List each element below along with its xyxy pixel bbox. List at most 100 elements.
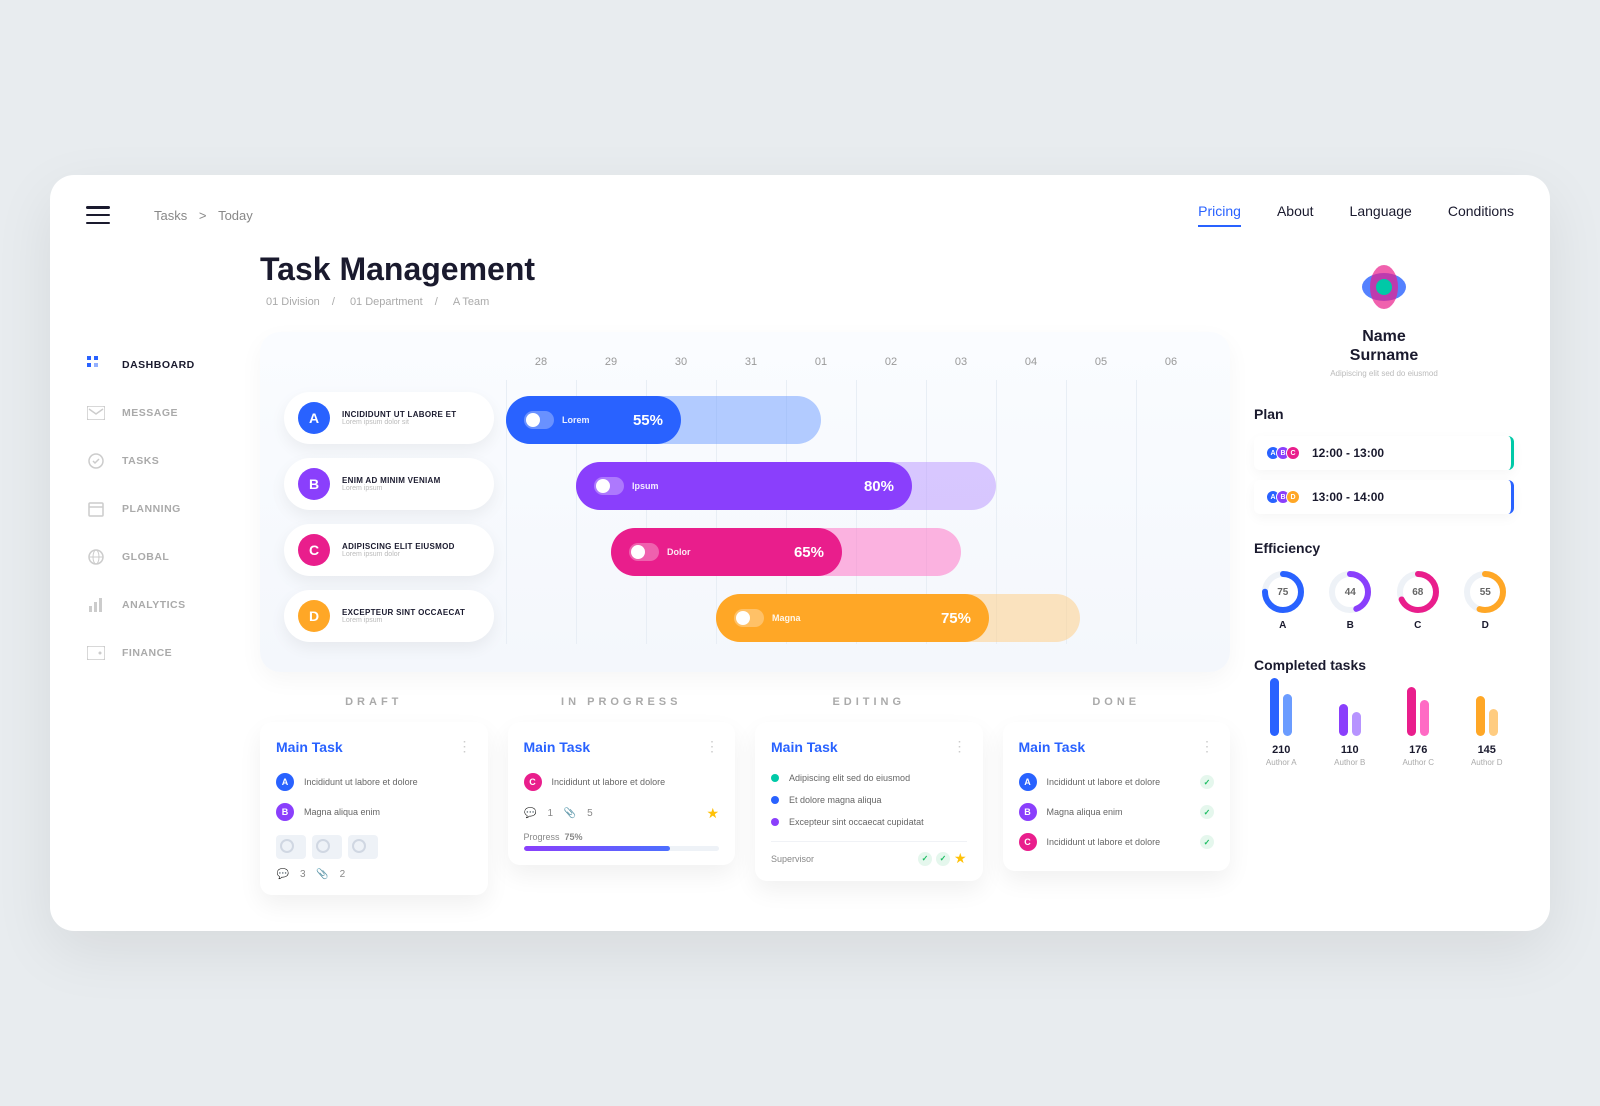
sidebar-item-analytics[interactable]: ANALYTICS	[86, 581, 236, 629]
gantt-bar[interactable]: Dolor 65%	[506, 526, 1206, 578]
kanban-card[interactable]: Main Task ⋮ Adipiscing elit sed do eiusm…	[755, 722, 983, 881]
sidebar-label: TASKS	[122, 455, 159, 467]
check-circle-icon	[86, 451, 106, 471]
check-icon	[1200, 835, 1214, 849]
sidebar: DASHBOARD MESSAGE TASKS PLANNING GLOBAL …	[86, 251, 236, 895]
bullet-icon	[771, 796, 779, 804]
bullet-icon	[771, 818, 779, 826]
efficiency-section: Efficiency 75 A 44 B 68 C 55	[1254, 540, 1514, 631]
more-icon[interactable]: ⋮	[953, 738, 967, 755]
comment-icon: 💬	[276, 867, 290, 881]
check-icon	[918, 852, 932, 866]
kanban-card[interactable]: Main Task ⋮ AIncididunt ut labore et dol…	[260, 722, 488, 895]
efficiency-donut: 68 C	[1389, 570, 1447, 631]
avatar: B	[276, 803, 294, 821]
avatar: C	[524, 773, 542, 791]
gantt-task-card[interactable]: D EXCEPTEUR SINT OCCAECATLorem ipsum	[284, 590, 494, 642]
gantt-bar[interactable]: Lorem 55%	[506, 394, 1206, 446]
header: Tasks > Today Pricing About Language Con…	[86, 203, 1514, 227]
kanban-card[interactable]: Main Task ⋮ CIncididunt ut labore et dol…	[508, 722, 736, 865]
gantt-task-card[interactable]: C ADIPISCING ELIT EIUSMODLorem ipsum dol…	[284, 524, 494, 576]
star-icon[interactable]: ★	[954, 850, 967, 867]
avatar: B	[1019, 803, 1037, 821]
message-icon	[86, 403, 106, 423]
sidebar-item-message[interactable]: MESSAGE	[86, 389, 236, 437]
gantt-task-card[interactable]: A INCIDIDUNT UT LABORE ETLorem ipsum dol…	[284, 392, 494, 444]
chart-icon	[86, 595, 106, 615]
avatar: D	[298, 600, 330, 632]
avatar: C	[298, 534, 330, 566]
profile-avatar[interactable]	[1356, 259, 1412, 315]
breadcrumb-separator: >	[199, 208, 207, 223]
gantt-timeline-header: 28 29 30 31 01 02 03 04 05 06	[506, 356, 1206, 380]
sidebar-item-finance[interactable]: FINANCE	[86, 629, 236, 677]
nav-language[interactable]: Language	[1350, 203, 1412, 227]
kanban-col-done: DONE Main Task ⋮ AIncididunt ut labore e…	[1003, 696, 1231, 895]
sidebar-item-dashboard[interactable]: DASHBOARD	[86, 341, 236, 389]
breadcrumb-item[interactable]: Tasks	[154, 208, 187, 223]
wallet-icon	[86, 643, 106, 663]
plan-section: Plan ABC 12:00 - 13:00 ABD 13:00 - 14:00	[1254, 406, 1514, 514]
sidebar-label: GLOBAL	[122, 551, 169, 563]
kanban-board: DRAFT Main Task ⋮ AIncididunt ut labore …	[260, 696, 1230, 895]
completed-section: Completed tasks 210Author A 110Author B …	[1254, 657, 1514, 767]
kanban-card[interactable]: Main Task ⋮ AIncididunt ut labore et dol…	[1003, 722, 1231, 871]
sidebar-label: MESSAGE	[122, 407, 178, 419]
breadcrumb-item[interactable]: Today	[218, 208, 253, 223]
kanban-col-draft: DRAFT Main Task ⋮ AIncididunt ut labore …	[260, 696, 488, 895]
image-attachments	[276, 835, 472, 859]
attachment-icon: 📎	[563, 807, 577, 821]
sidebar-label: PLANNING	[122, 503, 181, 515]
aside-panel: NameSurname Adipiscing elit sed do eiusm…	[1254, 251, 1514, 895]
toggle-icon[interactable]	[524, 411, 554, 429]
progress-bar	[524, 846, 720, 851]
gantt-chart: 28 29 30 31 01 02 03 04 05 06	[506, 356, 1206, 644]
bullet-icon	[771, 774, 779, 782]
menu-icon[interactable]	[86, 206, 110, 224]
more-icon[interactable]: ⋮	[705, 738, 719, 755]
app-window: Tasks > Today Pricing About Language Con…	[50, 175, 1550, 931]
sidebar-item-planning[interactable]: PLANNING	[86, 485, 236, 533]
check-icon	[936, 852, 950, 866]
kanban-col-editing: EDITING Main Task ⋮ Adipiscing elit sed …	[755, 696, 983, 895]
gantt-bar[interactable]: Magna 75%	[506, 592, 1206, 644]
globe-icon	[86, 547, 106, 567]
nav-conditions[interactable]: Conditions	[1448, 203, 1514, 227]
avatar: C	[1019, 833, 1037, 851]
check-icon	[1200, 775, 1214, 789]
star-icon[interactable]: ★	[706, 805, 719, 822]
gantt-bar[interactable]: Ipsum 80%	[506, 460, 1206, 512]
more-icon[interactable]: ⋮	[458, 738, 472, 755]
avatar: A	[298, 402, 330, 434]
sidebar-label: ANALYTICS	[122, 599, 186, 611]
efficiency-donut: 75 A	[1254, 570, 1312, 631]
page-title: Task Management	[260, 251, 1230, 288]
sidebar-item-tasks[interactable]: TASKS	[86, 437, 236, 485]
check-icon	[1200, 805, 1214, 819]
avatar: A	[276, 773, 294, 791]
toggle-icon[interactable]	[594, 477, 624, 495]
sidebar-item-global[interactable]: GLOBAL	[86, 533, 236, 581]
toggle-icon[interactable]	[629, 543, 659, 561]
avatar: B	[298, 468, 330, 500]
avatar: A	[1019, 773, 1037, 791]
calendar-icon	[86, 499, 106, 519]
breadcrumb: Tasks > Today	[150, 208, 1198, 223]
efficiency-donut: 44 B	[1322, 570, 1380, 631]
gantt-task-card[interactable]: B ENIM AD MINIM VENIAMLorem ipsum	[284, 458, 494, 510]
sub-breadcrumb: 01 Division/ 01 Department/ A Team	[260, 296, 1230, 308]
plan-item[interactable]: ABC 12:00 - 13:00	[1254, 436, 1514, 470]
gantt-panel: A INCIDIDUNT UT LABORE ETLorem ipsum dol…	[260, 332, 1230, 672]
kanban-col-progress: IN PROGRESS Main Task ⋮ CIncididunt ut l…	[508, 696, 736, 895]
sidebar-label: FINANCE	[122, 647, 172, 659]
more-icon[interactable]: ⋮	[1200, 738, 1214, 755]
nav-about[interactable]: About	[1277, 203, 1314, 227]
main-content: Task Management 01 Division/ 01 Departme…	[260, 251, 1230, 895]
efficiency-donut: 55 D	[1457, 570, 1515, 631]
grid-icon	[86, 355, 106, 375]
plan-item[interactable]: ABD 13:00 - 14:00	[1254, 480, 1514, 514]
nav-pricing[interactable]: Pricing	[1198, 203, 1241, 227]
completed-bar-chart: 210Author A 110Author B 176Author C 145A…	[1254, 687, 1514, 767]
top-nav: Pricing About Language Conditions	[1198, 203, 1514, 227]
toggle-icon[interactable]	[734, 609, 764, 627]
